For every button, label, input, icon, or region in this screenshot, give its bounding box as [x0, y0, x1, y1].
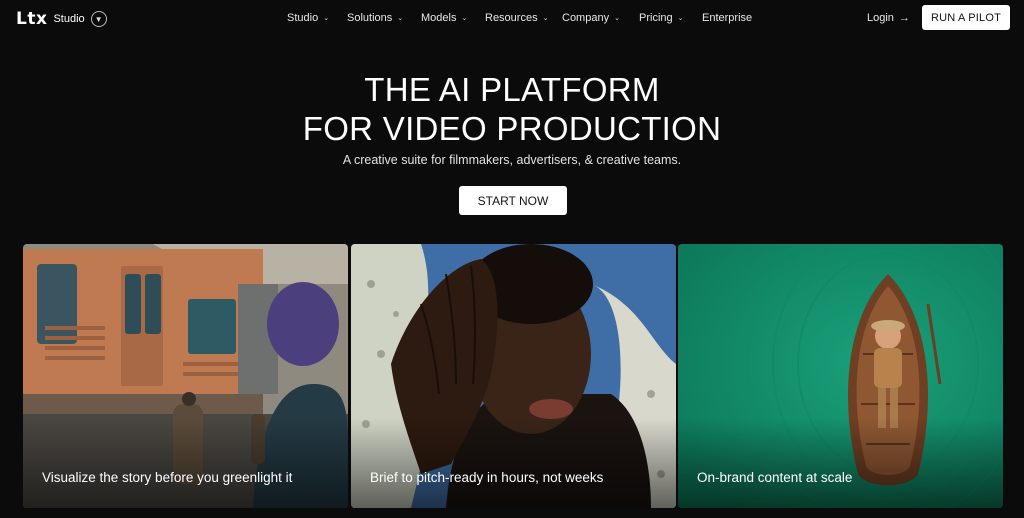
start-now-button[interactable]: START NOW	[459, 186, 567, 215]
card-shade	[23, 418, 348, 508]
menu-item-label: Studio	[287, 12, 319, 24]
card-caption: On-brand content at scale	[697, 470, 853, 485]
menu-item-enterprise[interactable]: Enterprise	[702, 12, 752, 24]
menu-item-models[interactable]: Models ⌄	[421, 12, 467, 24]
arrow-right-icon: →	[898, 12, 910, 24]
menu-item-pricing[interactable]: Pricing ⌄	[639, 12, 684, 24]
card-brief[interactable]: Brief to pitch-ready in hours, not weeks	[351, 244, 676, 508]
top-nav: Ltx Studio ▼ Studio ⌄ Solutions ⌄ Models ⌄ …	[0, 0, 1024, 36]
menu-item-label: Models	[421, 12, 457, 24]
hero-title: THE AI PLATFORM FOR VIDEO PRODUCTION	[0, 70, 1024, 148]
hero-title-line-2: FOR VIDEO PRODUCTION	[302, 110, 722, 147]
menu-item-label: Company	[562, 12, 610, 24]
card-on-brand[interactable]: On-brand content at scale	[678, 244, 1003, 508]
hero-title-line-1: THE AI PLATFORM	[364, 71, 660, 108]
card-shade	[678, 418, 1003, 508]
chevron-down-icon: ⌄	[677, 15, 684, 22]
menu-item-resources[interactable]: Resources ⌄	[485, 12, 548, 24]
chevron-down-icon: ⌄	[542, 15, 549, 22]
login-link[interactable]: Login →	[867, 12, 910, 24]
chevron-down-icon: ⌄	[614, 15, 620, 22]
card-shade	[351, 418, 676, 508]
menu-item-label: Enterprise	[702, 12, 753, 24]
card-caption: Brief to pitch-ready in hours, not weeks	[370, 470, 604, 485]
menu-item-label: Resources	[485, 12, 538, 24]
menu-item-company[interactable]: Company ⌄	[562, 12, 620, 24]
menu-item-studio[interactable]: Studio ⌄	[287, 12, 329, 24]
chevron-down-icon: ⌄	[461, 15, 468, 22]
login-label: Login	[867, 12, 894, 24]
hero-subtitle: A creative suite for filmmakers, adverti…	[342, 153, 682, 167]
card-caption: Visualize the story before you greenligh…	[42, 470, 293, 485]
menu-item-solutions[interactable]: Solutions ⌄	[347, 12, 403, 24]
chevron-down-icon: ⌄	[323, 15, 330, 22]
chevron-down-icon: ⌄	[397, 15, 404, 22]
menu-item-label: Pricing	[639, 12, 673, 24]
run-a-pilot-button[interactable]: RUN A PILOT	[922, 5, 1010, 30]
card-visualize[interactable]: Visualize the story before you greenligh…	[23, 244, 348, 508]
menu-item-label: Solutions	[347, 12, 393, 24]
